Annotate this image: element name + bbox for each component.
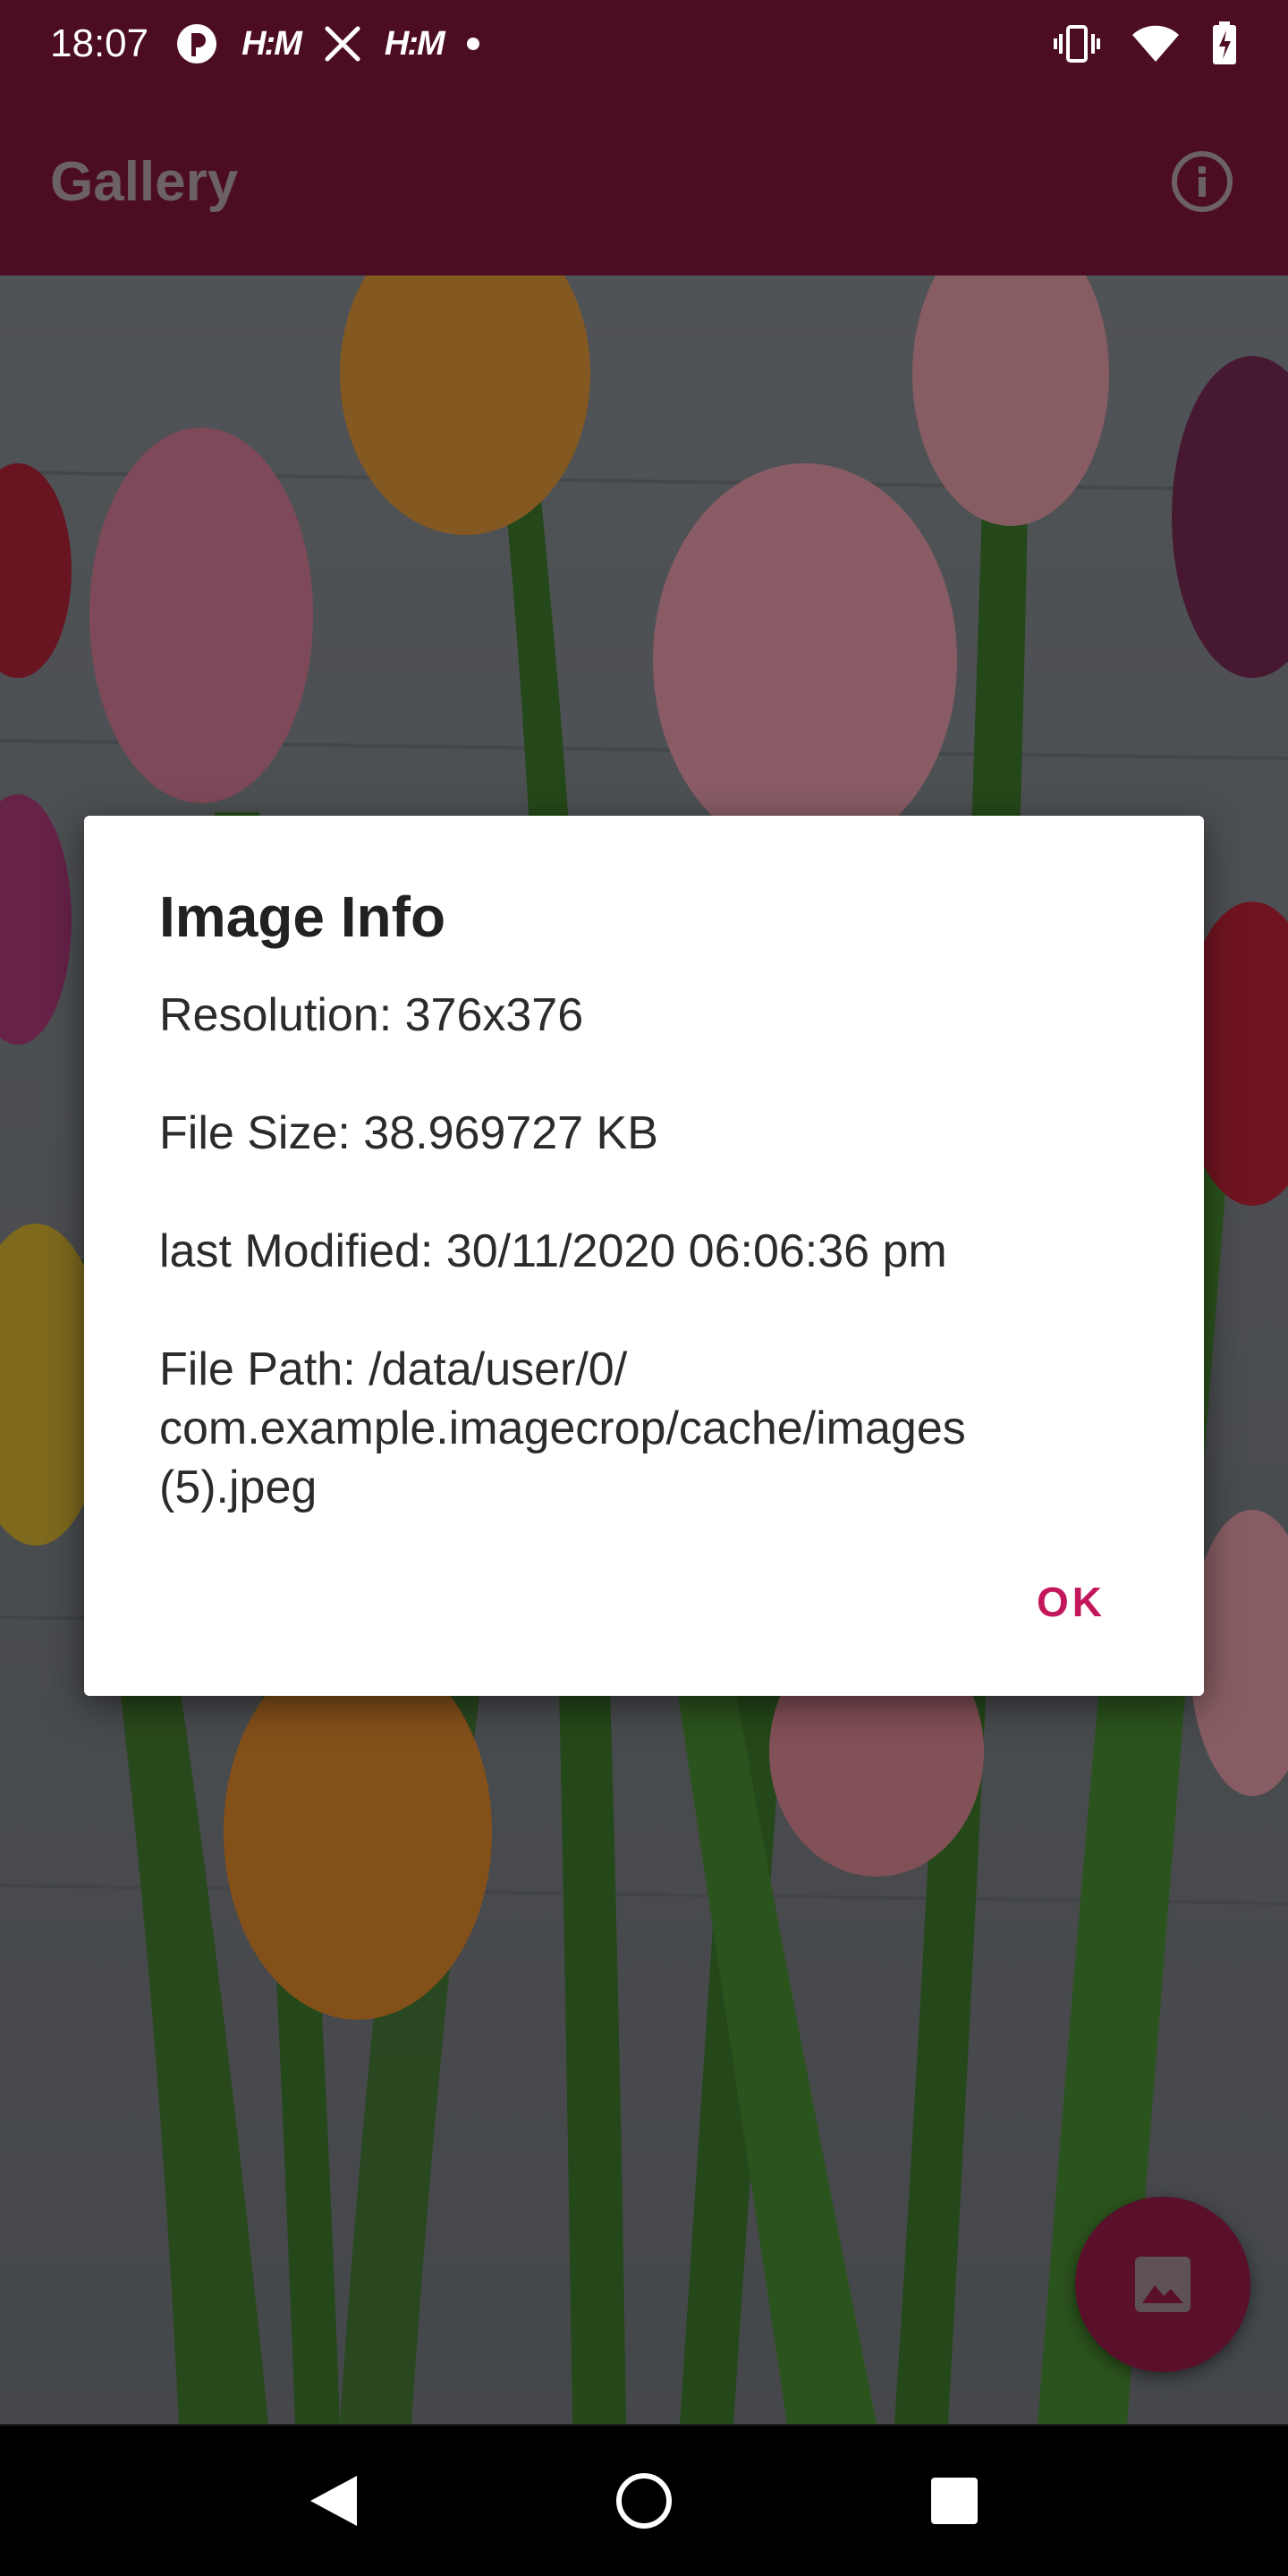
battery-charging-icon — [1213, 21, 1236, 64]
recents-icon — [930, 2478, 978, 2524]
status-bar: 18:07 H:M H:M — [0, 0, 1288, 88]
page-title: Gallery — [50, 150, 239, 213]
home-button[interactable] — [599, 2456, 689, 2546]
file-path-text: File Path: /data/user/0/ com.example.ima… — [159, 1343, 966, 1513]
home-icon — [615, 2473, 672, 2529]
hm-icon: H:M — [384, 24, 445, 63]
app-bar: Gallery — [0, 88, 1288, 275]
file-size-text: File Size: 38.969727 KB — [159, 1107, 658, 1159]
status-time: 18:07 — [50, 21, 149, 65]
ok-button[interactable]: OK — [1037, 1578, 1106, 1626]
scissors-icon — [325, 26, 360, 62]
back-icon — [310, 2476, 358, 2526]
hm-icon: H:M — [242, 24, 302, 63]
image-info-dialog: Image Info Resolution: 376x376 File Size… — [84, 816, 1204, 1696]
image-icon — [1135, 2257, 1191, 2312]
notification-icons: H:M H:M — [175, 22, 479, 65]
resolution-text: Resolution: 376x376 — [159, 989, 584, 1041]
info-icon — [1172, 151, 1233, 212]
pick-image-button[interactable] — [1075, 2197, 1250, 2372]
status-left: 18:07 — [50, 21, 148, 66]
vibrate-icon — [1054, 25, 1100, 63]
last-modified-text: last Modified: 30/11/2020 06:06:36 pm — [159, 1225, 947, 1277]
dialog-title: Image Info — [159, 885, 446, 949]
recents-button[interactable] — [910, 2456, 999, 2546]
dot-icon — [466, 38, 479, 50]
dialog-body: Resolution: 376x376 File Size: 38.969727… — [159, 986, 1143, 1517]
wifi-icon — [1132, 25, 1179, 62]
info-button[interactable] — [1166, 146, 1238, 217]
back-button[interactable] — [289, 2456, 378, 2546]
navigation-bar — [0, 2426, 1288, 2576]
circle-p-icon — [177, 24, 217, 64]
status-right — [1054, 21, 1238, 66]
